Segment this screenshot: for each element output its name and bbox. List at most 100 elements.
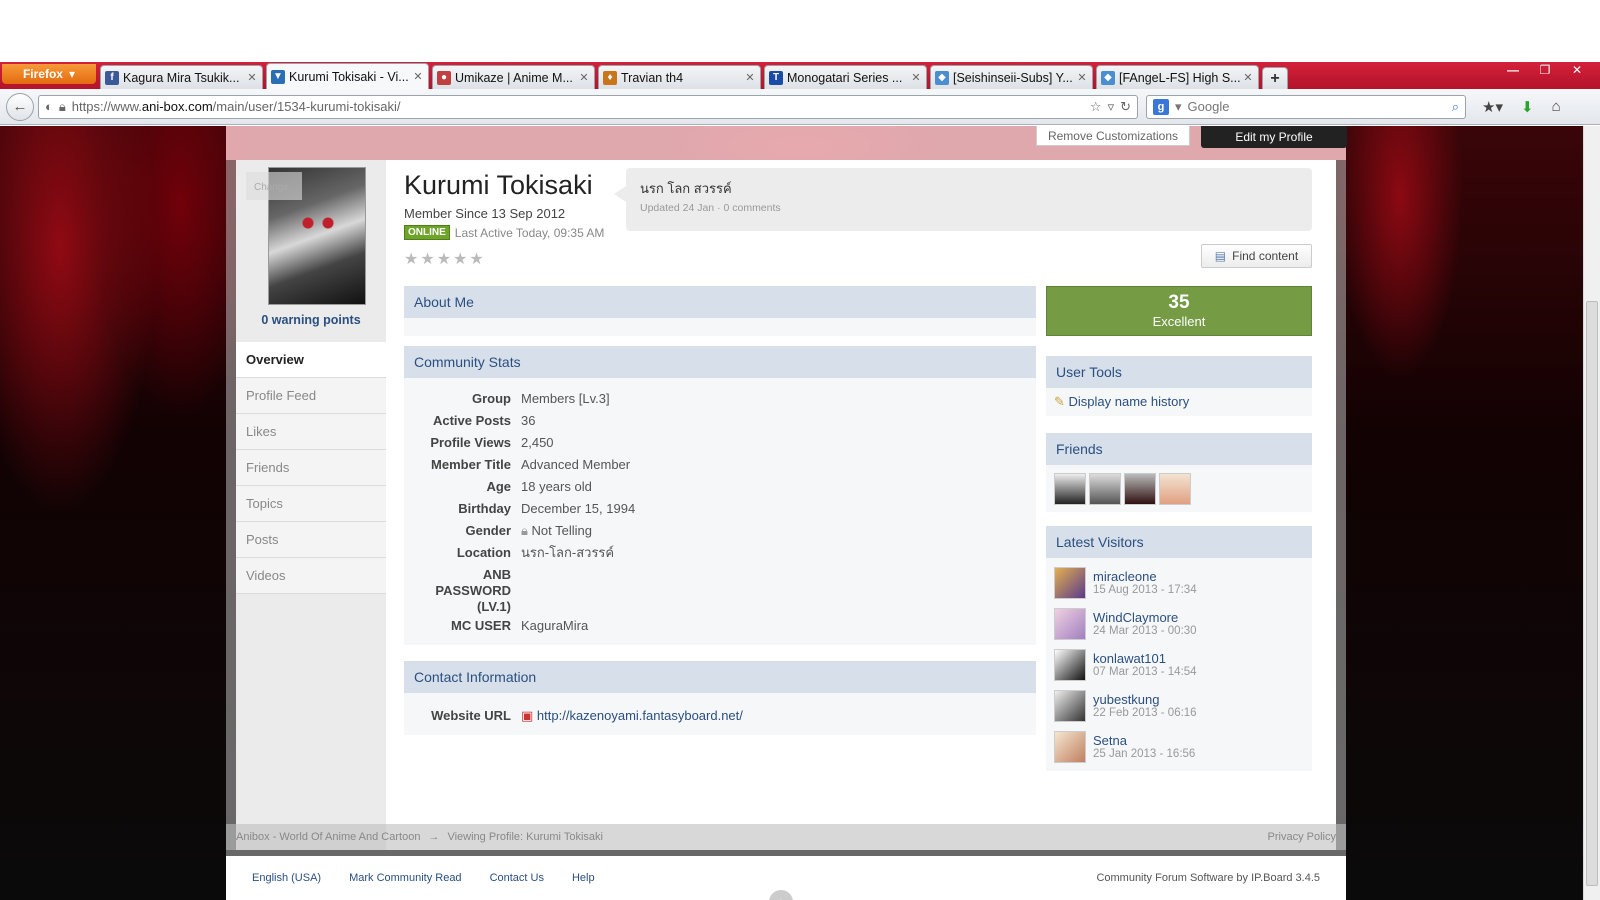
stat-label: Group [472, 391, 511, 406]
stat-row: Member Title Advanced Member [404, 454, 1036, 476]
friend-avatar[interactable] [1124, 473, 1156, 505]
stat-value: KaguraMira [521, 618, 589, 633]
minimize-icon[interactable]: — [1498, 62, 1528, 78]
visitor-avatar[interactable] [1054, 648, 1086, 681]
page-scrollbar[interactable] [1583, 126, 1600, 900]
identity-icon[interactable]: ◐ [45, 99, 53, 114]
stat-label: Age [486, 479, 511, 494]
nav-item-friends[interactable]: Friends [236, 450, 386, 486]
online-badge: ONLINE [404, 225, 450, 240]
nav-item-topics[interactable]: Topics [236, 486, 386, 522]
close-window-icon[interactable]: ✕ [1562, 62, 1592, 78]
visitor-item: miracleone 15 Aug 2013 - 17:34 [1054, 562, 1304, 603]
home-icon[interactable]: ⌂ [1552, 98, 1561, 115]
visitor-avatar[interactable] [1054, 689, 1086, 722]
close-tab-icon[interactable]: ✕ [1242, 71, 1254, 84]
close-tab-icon[interactable]: ✕ [246, 71, 258, 84]
friend-avatar[interactable] [1089, 473, 1121, 505]
close-tab-icon[interactable]: ✕ [578, 71, 590, 84]
search-icon[interactable]: ⌕ [1452, 99, 1459, 115]
display-name-history-link[interactable]: Display name history [1069, 394, 1190, 409]
browser-tab[interactable]: T Monogatari Series ... ✕ [764, 65, 927, 89]
nav-item-likes[interactable]: Likes [236, 414, 386, 450]
dropdown-arrow-icon[interactable]: ▾ [1175, 99, 1182, 115]
close-tab-icon[interactable]: ✕ [1076, 71, 1088, 84]
remove-customizations-button[interactable]: Remove Customizations [1036, 126, 1190, 146]
nav-item-profile-feed[interactable]: Profile Feed [236, 378, 386, 414]
stat-value: December 15, 1994 [521, 501, 636, 516]
firefox-menu-button[interactable]: Firefox ▾ [2, 64, 96, 84]
restore-icon[interactable]: ❐ [1530, 62, 1560, 78]
change-avatar-button[interactable]: Change [246, 172, 302, 200]
member-since: Member Since 13 Sep 2012 [404, 206, 566, 221]
star-icon[interactable]: ★ [437, 249, 451, 269]
about-me-body [404, 318, 1036, 336]
back-button[interactable]: ← [6, 92, 34, 121]
google-icon[interactable]: g [1153, 98, 1169, 115]
close-tab-icon[interactable]: ✕ [744, 71, 756, 84]
new-tab-button[interactable]: + [1262, 67, 1288, 89]
visitor-avatar[interactable] [1054, 730, 1086, 763]
browser-tab[interactable]: ◆ [FAngeL-FS] High S... ✕ [1096, 65, 1259, 89]
stat-row: Age 18 years old [404, 476, 1036, 498]
friend-avatar[interactable] [1054, 473, 1086, 505]
mark-community-read-link[interactable]: Mark Community Read [349, 872, 461, 884]
visitor-date: 22 Feb 2013 - 06:16 [1093, 707, 1197, 719]
tab-title: Umikaze | Anime M... [455, 70, 573, 85]
visitor-name[interactable]: WindClaymore [1093, 610, 1197, 625]
search-bar[interactable]: g ▾ Google ⌕ [1146, 94, 1466, 119]
contact-info-section: Contact Information Website URL ▣ http://… [404, 661, 1036, 735]
visitor-name[interactable]: konlawat101 [1093, 651, 1197, 666]
warning-points-link[interactable]: 0 warning points [236, 313, 386, 327]
browser-tab[interactable]: ♦ Travian th4 ✕ [598, 65, 761, 89]
visitor-avatar[interactable] [1054, 566, 1086, 599]
reputation-label: Excellent [1152, 314, 1206, 329]
rating-stars[interactable]: ★ ★ ★ ★ ★ [404, 249, 484, 269]
scroll-to-top-icon[interactable]: ▲ [769, 890, 793, 900]
breadcrumb-home-link[interactable]: Anibox - World Of Anime And Cartoon [236, 831, 420, 843]
bookmarks-menu-icon[interactable]: ★▾ [1482, 98, 1503, 116]
url-bar[interactable]: ◐ 🔒︎ https://www.ani-box.com/main/user/1… [38, 94, 1138, 119]
contact-value: ▣ http://kazenoyami.fantasyboard.net/ [521, 708, 743, 724]
dropdown-arrow-icon[interactable]: ▿ [1108, 99, 1115, 115]
download-icon[interactable]: ⬇ [1521, 98, 1534, 116]
star-icon[interactable]: ★ [420, 249, 434, 269]
scrollbar-thumb[interactable] [1586, 301, 1598, 886]
bookmark-star-icon[interactable]: ☆ [1090, 99, 1102, 115]
nav-item-overview[interactable]: Overview [236, 342, 386, 378]
stat-label: Member Title [431, 457, 511, 472]
star-icon[interactable]: ★ [453, 249, 467, 269]
visitor-name[interactable]: yubestkung [1093, 692, 1197, 707]
browser-tab[interactable]: ● Umikaze | Anime M... ✕ [432, 65, 595, 89]
edit-profile-button[interactable]: Edit my Profile [1201, 126, 1347, 148]
document-icon: ▤ [1214, 249, 1227, 263]
visitor-name[interactable]: miracleone [1093, 569, 1197, 584]
help-link[interactable]: Help [572, 872, 595, 884]
stat-label: ANB PASSWORD (LV.1) [435, 567, 511, 614]
stat-value: นรก-โลก-สวรรค์ [521, 545, 615, 560]
star-icon[interactable]: ★ [469, 249, 483, 269]
reload-icon[interactable]: ↻ [1120, 99, 1131, 115]
friend-avatar[interactable] [1159, 473, 1191, 505]
contact-row: Website URL ▣ http://kazenoyami.fantasybo… [404, 705, 1036, 727]
browser-tab-active[interactable]: ▼ Kurumi Tokisaki - Vi... ✕ [266, 63, 429, 89]
find-content-button[interactable]: ▤ Find content [1201, 244, 1312, 268]
browser-tab[interactable]: ◆ [Seishinseii-Subs] Y... ✕ [930, 65, 1093, 89]
status-meta[interactable]: Updated 24 Jan · 0 comments [640, 202, 1298, 214]
visitor-name[interactable]: Setna [1093, 733, 1195, 748]
browser-tab[interactable]: f Kagura Mira Tsukik... ✕ [100, 65, 263, 89]
contact-us-link[interactable]: Contact Us [490, 872, 544, 884]
nav-item-videos[interactable]: Videos [236, 558, 386, 594]
website-link[interactable]: http://kazenoyami.fantasyboard.net/ [537, 708, 743, 723]
privacy-policy-link[interactable]: Privacy Policy [1268, 831, 1336, 843]
close-tab-icon[interactable]: ✕ [412, 70, 424, 83]
nav-item-posts[interactable]: Posts [236, 522, 386, 558]
language-selector[interactable]: English (USA) [252, 872, 321, 884]
tab-title: [Seishinseii-Subs] Y... [953, 70, 1073, 85]
star-icon[interactable]: ★ [404, 249, 418, 269]
visitor-avatar[interactable] [1054, 607, 1086, 640]
close-tab-icon[interactable]: ✕ [910, 71, 922, 84]
dropdown-arrow-icon: ▾ [68, 67, 76, 81]
status-update: นรก โลก สวรรค์ Updated 24 Jan · 0 commen… [614, 168, 1312, 231]
profile-sidebar: Change 0 warning points Overview Profile… [236, 160, 386, 850]
